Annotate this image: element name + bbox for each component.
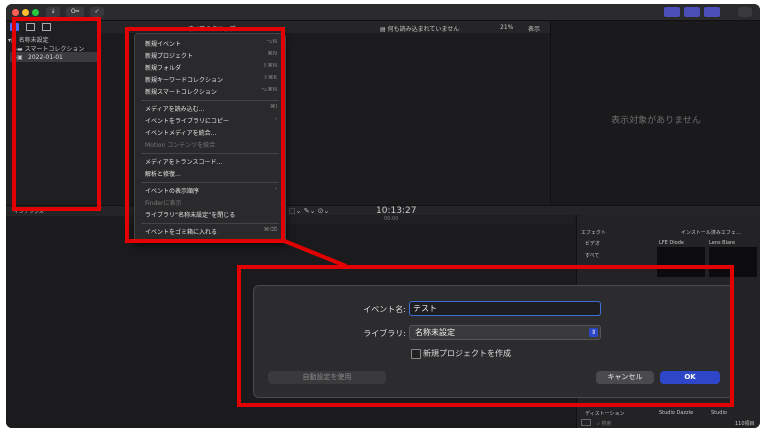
download-icon: ↓ [50,8,56,15]
effects-category-all[interactable]: すべて [585,252,599,259]
viewer: 表示対象がありません [550,21,760,205]
effects-header: エフェクト [581,230,607,236]
minimize-window-button[interactable] [22,9,29,16]
select-tool-icon[interactable]: ⬚⌄ ✎⌄ ⊙⌄ [289,207,329,215]
effect-thumb-label-1: LFE Diode [659,240,684,246]
film-icon: ▤ [380,26,388,33]
sidebar-toggle-icon[interactable] [581,419,591,426]
close-window-button[interactable] [12,9,19,16]
highlight-box-dialog [237,265,734,407]
effects-category-distortion[interactable]: ディストーション [585,410,625,417]
keyword-button[interactable]: O━ [66,7,84,17]
import-button[interactable]: ↓ [46,7,60,17]
layout-browser-button[interactable] [664,7,680,17]
layout-timeline-button[interactable] [684,7,700,17]
effect-thumb-label-4: Studio [711,410,727,416]
browser-status: ▤ 何も読み込まれていません [380,26,460,33]
zoom-window-button[interactable] [32,9,39,16]
ruler-start: 00:00 [384,216,399,222]
view-menu[interactable]: 表示 [528,24,540,33]
effects-installed-menu[interactable]: インストール済みエフェ… [681,229,741,236]
highlight-box-menu [125,27,285,243]
highlight-box-sidebar [12,17,101,211]
viewer-empty-message: 表示対象がありません [611,116,701,126]
effects-search-input[interactable]: ⌕ 検索 [597,420,611,427]
background-tasks-button[interactable]: ✓ [90,7,104,17]
zoom-menu[interactable]: 21% [500,24,513,31]
check-icon: ✓ [94,8,100,15]
effects-category-video[interactable]: ビデオ [585,240,600,247]
title-bar: ↓ O━ ✓ [6,4,760,21]
share-button[interactable] [738,7,752,17]
effect-thumb-label-2: Lens Blare [709,240,736,246]
key-icon: O━ [70,8,80,15]
layout-inspector-button[interactable] [704,7,720,17]
effect-thumb-label-3: Studio Dazzle [659,410,694,416]
effects-count: 110項目 [735,421,755,427]
